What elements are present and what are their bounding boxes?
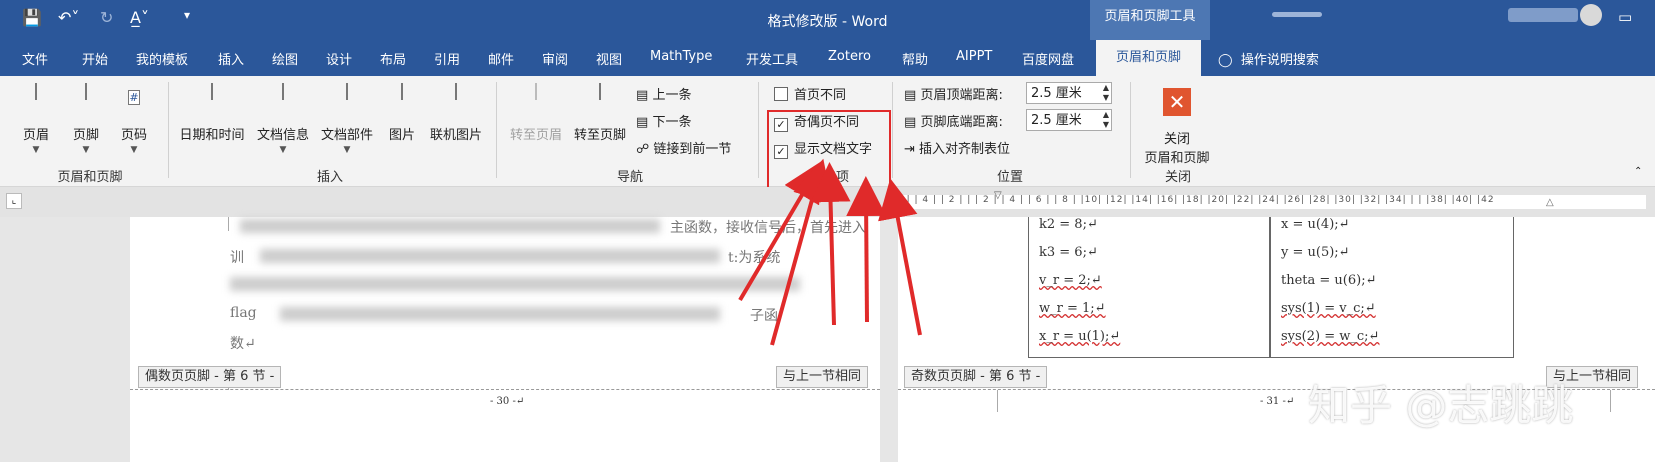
arrow [810, 162, 851, 326]
watermark: 知乎 @志跳跳 [1308, 381, 1574, 430]
arrow [878, 178, 922, 336]
arrow [846, 176, 887, 323]
